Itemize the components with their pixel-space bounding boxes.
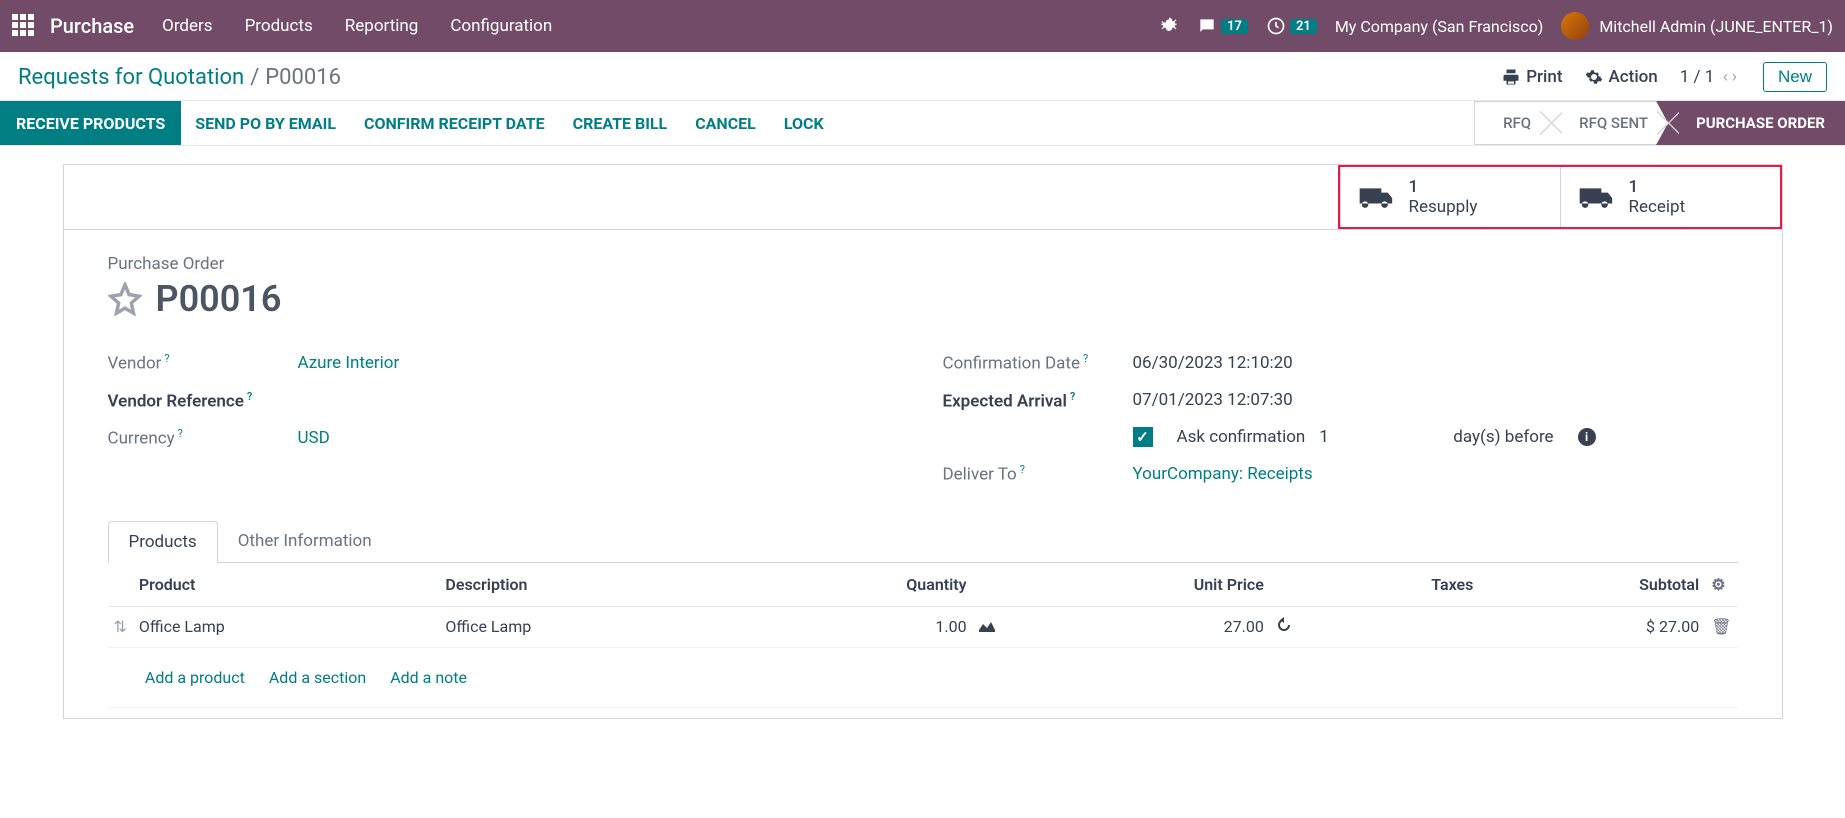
columns-options-icon[interactable]: ⚙ xyxy=(1711,575,1725,594)
forecast-icon[interactable] xyxy=(979,617,995,636)
menu-reporting[interactable]: Reporting xyxy=(345,16,419,36)
add-note-link[interactable]: Add a note xyxy=(390,668,467,687)
user-name: Mitchell Admin (JUNE_ENTER_1) xyxy=(1599,17,1833,36)
status-purchase-order: PURCHASE ORDER xyxy=(1668,101,1845,145)
menu-orders[interactable]: Orders xyxy=(162,16,212,36)
debug-icon[interactable] xyxy=(1159,16,1179,36)
tab-other-info[interactable]: Other Information xyxy=(218,521,392,562)
star-icon[interactable] xyxy=(108,282,142,316)
status-rfq-sent[interactable]: RFQ SENT xyxy=(1551,101,1668,145)
help-icon[interactable]: ? xyxy=(1070,390,1075,403)
currency-field[interactable]: USD xyxy=(298,428,330,448)
breadcrumb: Requests for Quotation / P00016 xyxy=(18,65,341,90)
record-type-label: Purchase Order xyxy=(108,254,1738,274)
tab-products[interactable]: Products xyxy=(108,521,218,563)
form-sheet: 1Resupply 1Receipt Purchase Order P00016… xyxy=(63,164,1783,719)
breadcrumb-current: P00016 xyxy=(265,65,341,90)
confirmation-date-field[interactable]: 06/30/2023 12:10:20 xyxy=(1133,353,1293,373)
messages-icon[interactable]: 17 xyxy=(1197,16,1248,36)
help-icon[interactable]: ? xyxy=(1083,352,1088,365)
breadcrumb-parent[interactable]: Requests for Quotation xyxy=(18,65,244,90)
app-name[interactable]: Purchase xyxy=(50,14,134,38)
apps-icon[interactable] xyxy=(12,14,36,38)
status-rfq[interactable]: RFQ xyxy=(1474,101,1551,145)
price-history-icon[interactable] xyxy=(1276,618,1292,637)
stat-receipt[interactable]: 1Receipt xyxy=(1560,167,1780,227)
help-icon[interactable]: ? xyxy=(178,427,183,440)
line-product[interactable]: Office Lamp xyxy=(133,606,440,647)
pager-next[interactable]: › xyxy=(1732,67,1741,87)
expected-arrival-field[interactable]: 07/01/2023 12:07:30 xyxy=(1133,390,1293,410)
delete-line-icon[interactable]: 🗑 xyxy=(1711,617,1731,636)
menu-configuration[interactable]: Configuration xyxy=(450,16,552,36)
messages-badge: 17 xyxy=(1221,19,1248,34)
line-taxes[interactable] xyxy=(1310,606,1480,647)
activities-badge: 21 xyxy=(1290,19,1317,34)
ask-confirmation-checkbox[interactable]: ✓ xyxy=(1133,427,1153,447)
cancel-button[interactable]: CANCEL xyxy=(681,101,770,145)
help-icon[interactable]: ? xyxy=(247,390,252,403)
add-product-link[interactable]: Add a product xyxy=(145,668,245,687)
user-menu[interactable]: Mitchell Admin (JUNE_ENTER_1) xyxy=(1561,12,1833,40)
confirm-date-button[interactable]: CONFIRM RECEIPT DATE xyxy=(350,101,559,145)
pager-prev[interactable]: ‹ xyxy=(1723,67,1732,87)
line-description[interactable]: Office Lamp xyxy=(439,606,746,647)
lock-button[interactable]: LOCK xyxy=(770,101,838,145)
vendor-field[interactable]: Azure Interior xyxy=(298,353,400,373)
line-qty[interactable]: 1.00 xyxy=(746,606,973,647)
truck-icon xyxy=(1579,184,1615,210)
help-icon[interactable]: ? xyxy=(164,352,169,365)
stat-resupply[interactable]: 1Resupply xyxy=(1340,167,1560,227)
print-button[interactable]: Print xyxy=(1502,67,1562,87)
stat-buttons-highlight: 1Resupply 1Receipt xyxy=(1338,165,1782,229)
status-bar: RFQ RFQ SENT PURCHASE ORDER xyxy=(1474,101,1845,145)
action-button[interactable]: Action xyxy=(1585,67,1658,87)
truck-icon xyxy=(1359,184,1395,210)
action-bar: RECEIVE PRODUCTS SEND PO BY EMAIL CONFIR… xyxy=(0,100,1845,146)
line-subtotal: $ 27.00 xyxy=(1479,606,1705,647)
deliver-to-field[interactable]: YourCompany: Receipts xyxy=(1133,464,1313,484)
top-nav: Purchase Orders Products Reporting Confi… xyxy=(0,0,1845,52)
info-icon[interactable]: i xyxy=(1578,428,1596,446)
menu-products[interactable]: Products xyxy=(245,16,313,36)
new-button[interactable]: New xyxy=(1763,62,1827,92)
create-bill-button[interactable]: CREATE BILL xyxy=(559,101,682,145)
control-panel: Requests for Quotation / P00016 Print Ac… xyxy=(0,52,1845,100)
order-lines-table: Product Description Quantity Unit Price … xyxy=(108,563,1738,708)
company-selector[interactable]: My Company (San Francisco) xyxy=(1335,17,1544,36)
avatar xyxy=(1561,12,1589,40)
add-section-link[interactable]: Add a section xyxy=(269,668,366,687)
table-row[interactable]: ⇅ Office Lamp Office Lamp 1.00 27.00 $ 2… xyxy=(108,606,1738,647)
receive-products-button[interactable]: RECEIVE PRODUCTS xyxy=(0,101,181,145)
line-price[interactable]: 27.00 xyxy=(1013,606,1270,647)
drag-handle-icon[interactable]: ⇅ xyxy=(108,606,133,647)
send-po-button[interactable]: SEND PO BY EMAIL xyxy=(181,101,350,145)
pager: 1 / 1 ‹› xyxy=(1680,67,1741,87)
help-icon[interactable]: ? xyxy=(1020,463,1025,476)
days-before-field[interactable]: 1 xyxy=(1319,427,1439,447)
activities-icon[interactable]: 21 xyxy=(1266,16,1317,36)
record-name: P00016 xyxy=(156,278,282,320)
